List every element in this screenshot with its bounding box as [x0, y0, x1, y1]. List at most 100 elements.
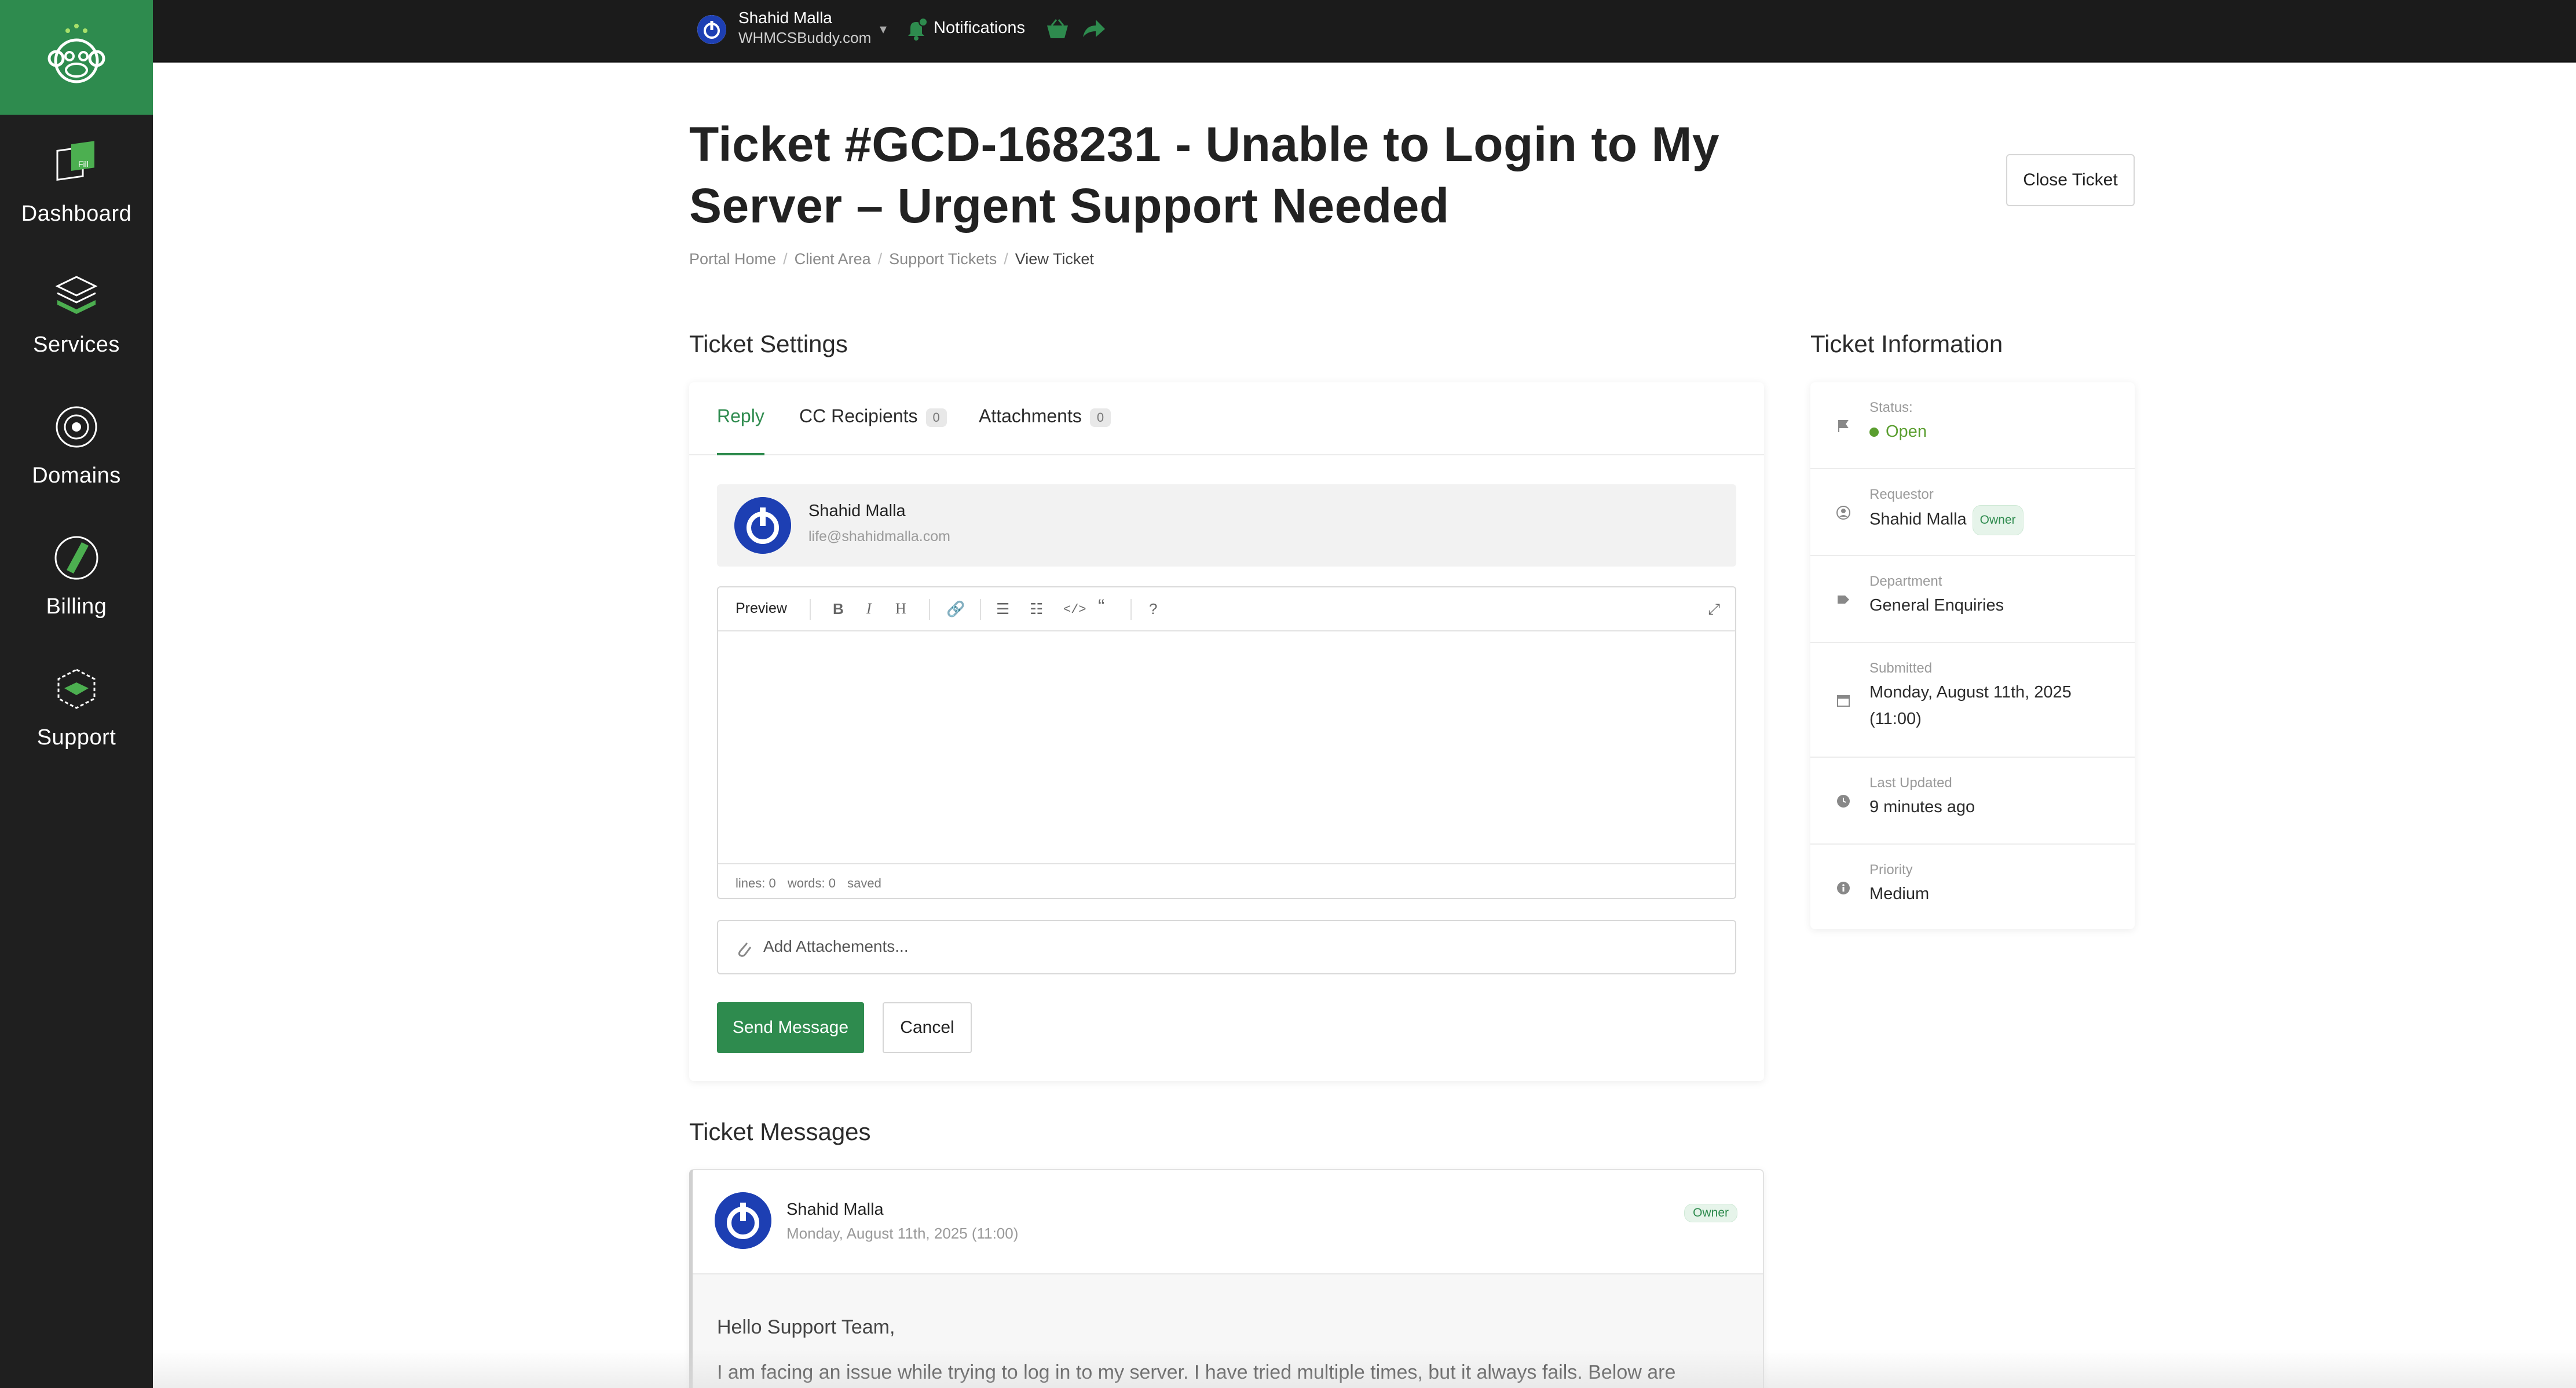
submitted-date: Monday, August 11th, 2025 [1869, 683, 2072, 702]
toolbar-divider [810, 599, 811, 620]
sidebar-item-label: Billing [46, 594, 107, 619]
sidebar: Fill Dashboard Services Domains Billing [0, 0, 153, 1388]
bell-icon[interactable] [903, 16, 929, 42]
logo[interactable] [0, 0, 153, 115]
info-circle-icon [1837, 882, 1850, 894]
top-bar: Shahid Malla WHMCSBuddy.com ▾ Notificati… [153, 0, 2576, 63]
editor-status-bar: lines: 0 words: 0 saved [718, 863, 1735, 899]
breadcrumb-portal-home[interactable]: Portal Home [689, 250, 776, 268]
breadcrumb-support-tickets[interactable]: Support Tickets [889, 250, 997, 268]
share-icon[interactable] [1081, 17, 1106, 41]
clock-icon [1837, 795, 1850, 808]
breadcrumb-separator: / [783, 250, 788, 268]
info-row-requestor: Requestor Shahid Malla Owner [1810, 469, 2135, 556]
italic-icon[interactable]: I [866, 600, 872, 618]
bold-icon[interactable]: B [833, 600, 844, 618]
sidebar-item-label: Support [36, 725, 116, 750]
sidebar-item-dashboard[interactable]: Fill Dashboard [0, 124, 153, 240]
services-icon [55, 276, 98, 314]
message-header: Shahid Malla Monday, August 11th, 2025 (… [693, 1170, 1763, 1274]
dashboard-icon: Fill [56, 141, 94, 181]
cancel-button[interactable]: Cancel [883, 1002, 972, 1053]
ticket-information-heading: Ticket Information [1810, 330, 2003, 357]
monkey-logo-icon [47, 24, 105, 83]
add-attachments-field[interactable]: Add Attachements... [717, 920, 1736, 974]
code-icon[interactable]: </> [1063, 602, 1086, 617]
message-author: Shahid Malla [786, 1200, 884, 1219]
numbered-list-icon[interactable]: ☷ [1030, 600, 1043, 618]
fullscreen-icon[interactable]: ⤢ [1708, 600, 1720, 619]
paperclip-icon [738, 943, 752, 957]
message-greeting: Hello Support Team, [717, 1316, 895, 1338]
chevron-down-icon[interactable]: ▾ [880, 21, 887, 38]
sidebar-item-support[interactable]: Support [0, 648, 153, 764]
sidebar-item-billing[interactable]: Billing [0, 517, 153, 633]
breadcrumb-view-ticket: View Ticket [1015, 250, 1094, 268]
info-row-submitted: Submitted Monday, August 11th, 2025 (11:… [1810, 643, 2135, 758]
message-paragraph: I am facing an issue while trying to log… [717, 1361, 1676, 1383]
status-badge: Open [1869, 418, 1927, 445]
user-circle-icon [1836, 506, 1850, 520]
submitted-label: Submitted [1869, 660, 1933, 676]
department-value: General Enquiries [1869, 596, 2004, 615]
bullet-list-icon[interactable]: ☰ [996, 600, 1009, 618]
submitted-value: Monday, August 11th, 2025 (11:00) [1869, 679, 2072, 732]
ticket-settings-card: Reply CC Recipients 0 Attachments 0 Shahid… [689, 382, 1764, 1081]
help-icon[interactable]: ? [1149, 600, 1157, 618]
message-textarea[interactable] [718, 631, 1735, 863]
breadcrumb-client-area[interactable]: Client Area [795, 250, 871, 268]
toolbar-divider [929, 599, 930, 620]
breadcrumb: Portal Home / Client Area / Support Tickets /… [689, 250, 1094, 268]
tab-label: Reply [717, 406, 764, 426]
user-name: Shahid Malla [738, 9, 832, 27]
reply-from-box: Shahid Malla life@shahidmalla.com [717, 484, 1736, 567]
sidebar-item-label: Domains [32, 463, 121, 488]
basket-icon[interactable] [1045, 17, 1070, 41]
tag-icon [1838, 596, 1849, 604]
message-date: Monday, August 11th, 2025 (11:00) [786, 1225, 1019, 1242]
ticket-information-card: Status: Open Requestor Shahid Malla Owner… [1810, 382, 2135, 929]
calendar-icon [1837, 695, 1850, 707]
message-body: Hello Support Team, I am facing an issue… [693, 1274, 1763, 1388]
user-avatar-icon[interactable] [697, 15, 726, 44]
settings-tabs: Reply CC Recipients 0 Attachments 0 [689, 382, 1764, 455]
sidebar-item-domains[interactable]: Domains [0, 386, 153, 502]
tab-reply[interactable]: Reply [717, 406, 764, 455]
ticket-message: Shahid Malla Monday, August 11th, 2025 (… [689, 1169, 1764, 1388]
sidebar-item-services[interactable]: Services [0, 255, 153, 371]
info-row-status: Status: Open [1810, 382, 2135, 469]
link-icon[interactable]: 🔗 [946, 600, 965, 618]
quote-icon[interactable]: “ [1098, 596, 1104, 618]
avatar [715, 1192, 771, 1249]
info-row-department: Department General Enquiries [1810, 556, 2135, 643]
editor-words-count: words: 0 [787, 876, 836, 890]
status-dot [1869, 428, 1879, 437]
tab-attachments[interactable]: Attachments 0 [979, 406, 1111, 455]
send-message-button[interactable]: Send Message [717, 1002, 864, 1053]
editor-toolbar: Preview B I H 🔗 ☰ ☷ </> “ ? ⤢ [718, 587, 1735, 631]
info-row-last-updated: Last Updated 9 minutes ago [1810, 758, 2135, 845]
domains-icon [56, 406, 97, 448]
editor-saved-status: saved [847, 876, 881, 890]
flag-icon [1838, 420, 1849, 432]
requestor-value: Shahid Malla Owner [1869, 505, 2024, 535]
breadcrumb-separator: / [1004, 250, 1008, 268]
toolbar-divider [980, 599, 981, 620]
status-value: Open [1886, 422, 1927, 441]
sidebar-item-label: Dashboard [21, 202, 132, 226]
tab-count-badge: 0 [1089, 408, 1111, 427]
heading-icon[interactable]: H [895, 600, 906, 618]
notifications-link[interactable]: Notifications [934, 19, 1025, 38]
preview-tab[interactable]: Preview [736, 600, 787, 617]
close-ticket-button[interactable]: Close Ticket [2006, 154, 2135, 206]
requestor-label: Requestor [1869, 487, 1934, 502]
user-menu[interactable]: Shahid Malla WHMCSBuddy.com [738, 8, 871, 48]
tab-cc-recipients[interactable]: CC Recipients 0 [799, 406, 947, 455]
tab-label: Attachments [979, 406, 1082, 426]
owner-badge: Owner [1684, 1204, 1737, 1222]
sidebar-item-label: Services [33, 333, 120, 357]
department-label: Department [1869, 574, 1942, 589]
support-icon [57, 669, 96, 709]
avatar [734, 497, 791, 554]
user-company: WHMCSBuddy.com [738, 29, 872, 46]
